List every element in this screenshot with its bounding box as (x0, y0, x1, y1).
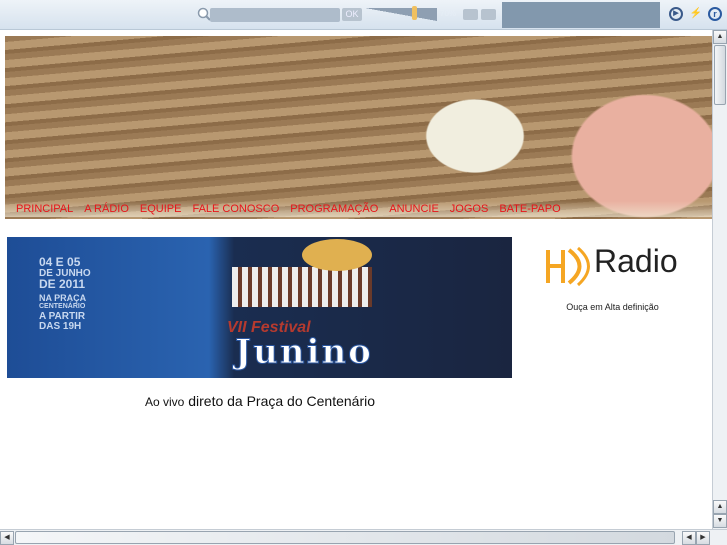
nav-programacao[interactable]: PROGRAMAÇÃO (290, 201, 378, 217)
horizontal-scrollbar[interactable]: ◀ ◀ ▶ (0, 529, 727, 545)
header-banner: PRINCIPAL A RÁDIO EQUIPE FALE CONOSCO PR… (5, 36, 712, 219)
vertical-scrollbar[interactable]: ▲ ▲ ▼ (712, 30, 727, 529)
hd-subtitle: Ouça em Alta definição (566, 302, 659, 312)
hat-illustration (302, 239, 372, 271)
search-input[interactable] (210, 8, 340, 22)
nav-equipe[interactable]: EQUIPE (140, 201, 182, 217)
scroll-right-button[interactable]: ▶ (696, 531, 710, 545)
festival-poster: 04 E 05 DE JUNHO DE 2011 NA PRAÇA CENTEN… (7, 237, 512, 378)
caption-small: Ao vivo (144, 395, 185, 409)
display-panel (502, 2, 660, 28)
scroll-down-button[interactable]: ▼ (713, 514, 727, 528)
nav-principal[interactable]: PRINCIPAL (16, 201, 73, 217)
caption-large: direto da Praça do Centenário (188, 393, 376, 409)
media-player-icon[interactable]: ▶ (669, 7, 683, 21)
lightning-icon[interactable]: ⚡ (689, 7, 703, 21)
poster-time: DAS 19H (39, 321, 82, 332)
search-icon[interactable] (197, 7, 211, 21)
radio-icon[interactable]: r (708, 7, 722, 21)
accordion-illustration (232, 267, 372, 307)
volume-percent: 70% (440, 9, 457, 18)
vertical-scroll-thumb[interactable] (714, 45, 726, 105)
browser-toolbar: OK 70% ▶ ⚡ r (0, 0, 727, 30)
poster-date: 04 E 05 (39, 255, 81, 269)
scroll-up-button[interactable]: ▲ (713, 30, 727, 44)
live-caption: Ao vivo direto da Praça do Centenário (0, 393, 520, 409)
poster-title: Junino (235, 332, 373, 373)
volume-slider-handle[interactable] (412, 6, 417, 20)
hd-radio-wordmark: Radio (594, 243, 678, 279)
volume-slider[interactable] (365, 8, 437, 21)
main-nav: PRINCIPAL A RÁDIO EQUIPE FALE CONOSCO PR… (5, 201, 712, 217)
ok-button[interactable]: OK (342, 8, 362, 21)
nav-bate-papo[interactable]: BATE-PAPO (499, 201, 560, 217)
play-button[interactable] (463, 9, 478, 20)
stop-button[interactable] (481, 9, 496, 20)
nav-jogos[interactable]: JOGOS (450, 201, 489, 217)
scroll-left-button[interactable]: ◀ (682, 531, 696, 545)
poster-date: DE 2011 (39, 277, 86, 291)
horizontal-scroll-thumb[interactable] (15, 531, 675, 544)
nav-fale-conosco[interactable]: FALE CONOSCO (192, 201, 279, 217)
scroll-left-button[interactable]: ◀ (0, 531, 14, 545)
nav-anuncie[interactable]: ANUNCIE (389, 201, 439, 217)
scroll-up-button[interactable]: ▲ (713, 500, 727, 514)
nav-a-radio[interactable]: A RÁDIO (84, 201, 129, 217)
